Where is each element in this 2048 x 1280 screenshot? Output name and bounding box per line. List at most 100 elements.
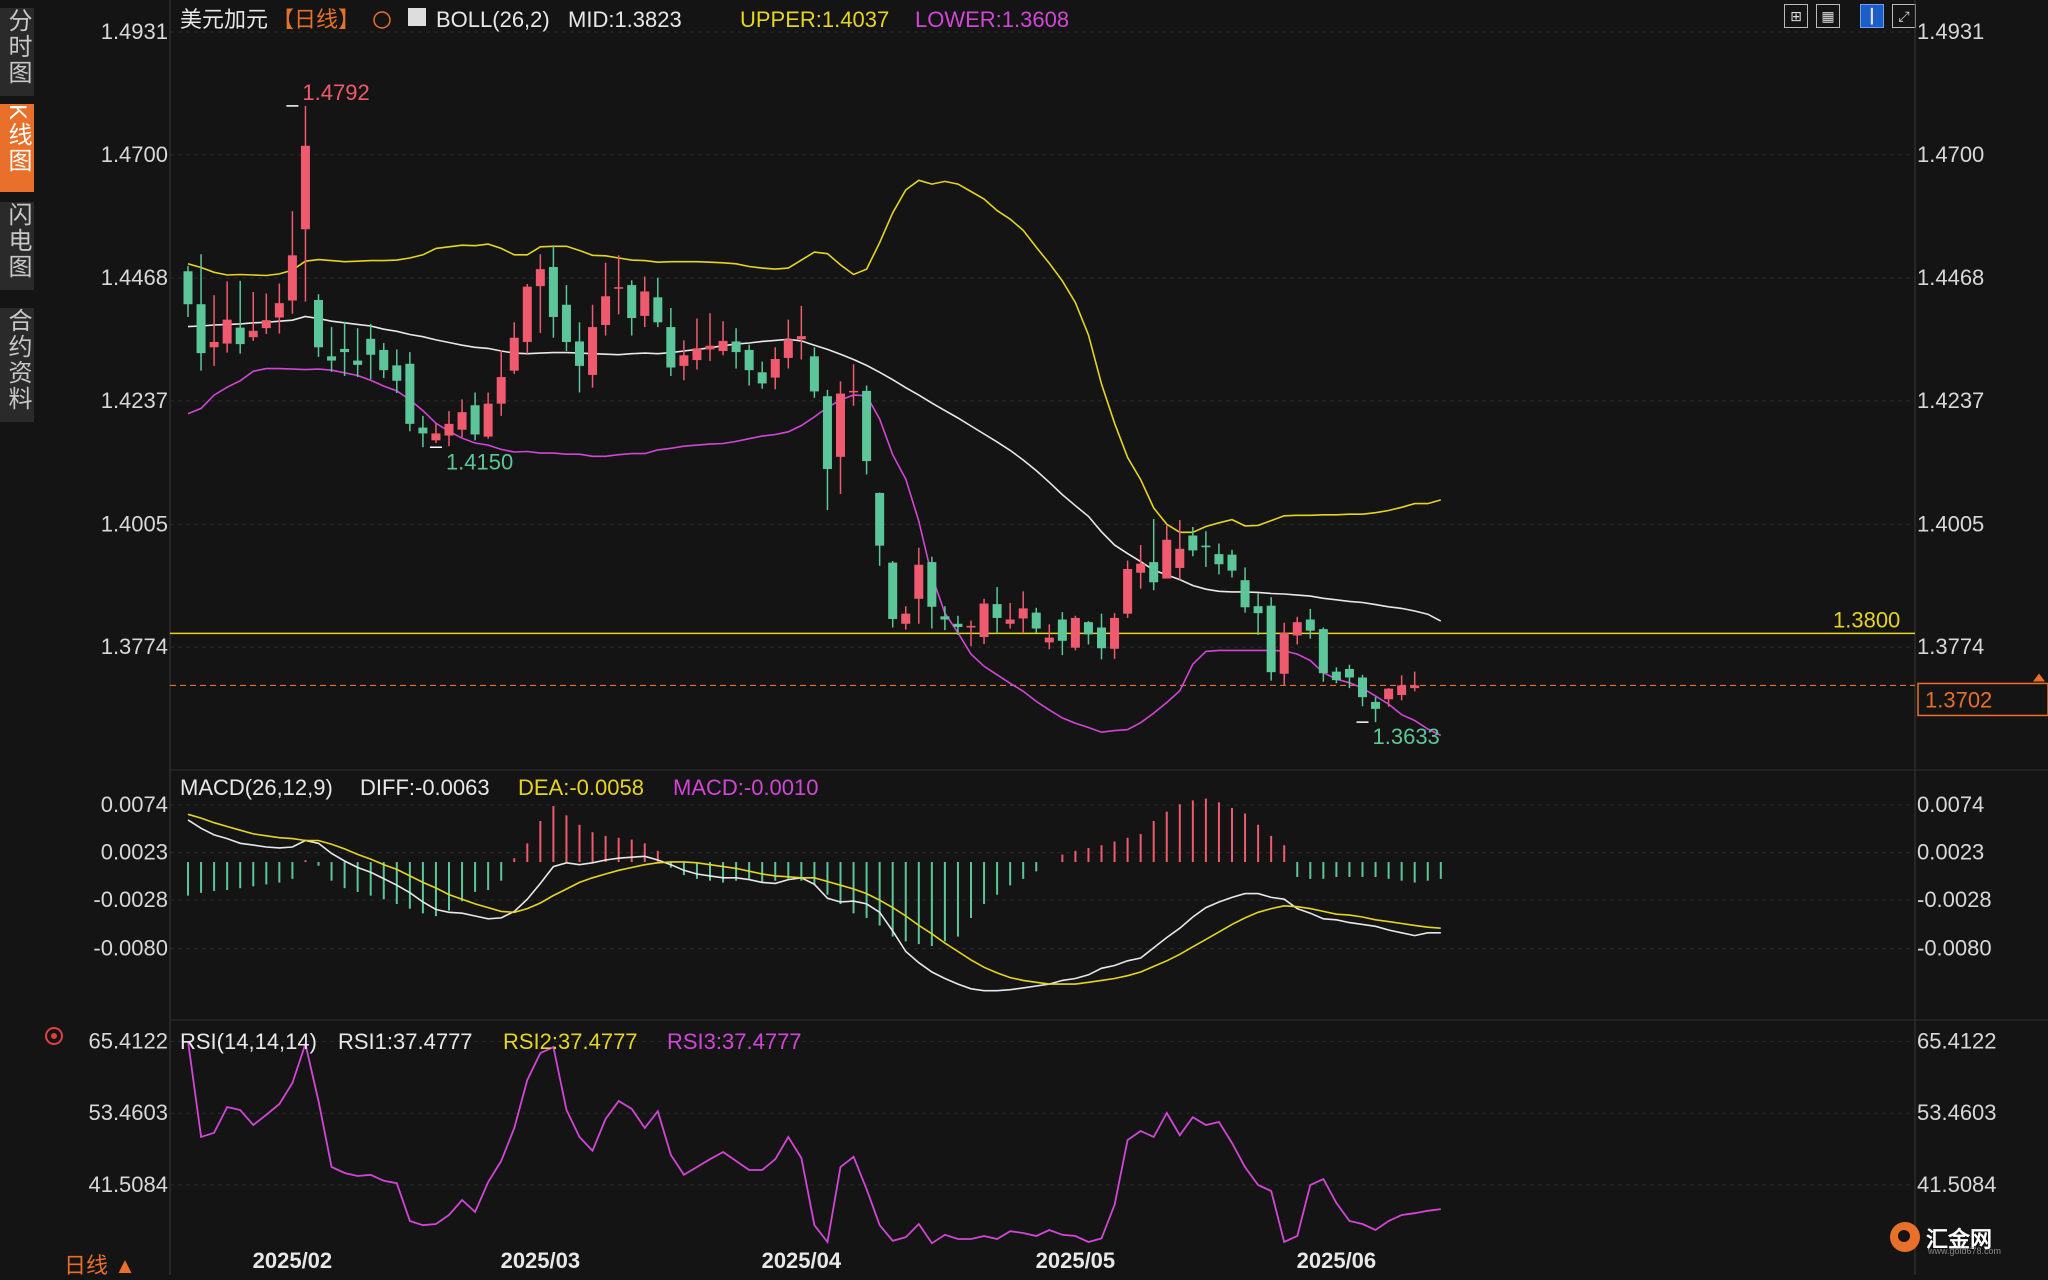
y-tick-left: 53.4603 — [88, 1100, 168, 1125]
candle-body — [535, 269, 545, 287]
candle-body — [822, 396, 832, 470]
candle-body — [444, 423, 454, 436]
macd-dea-line — [187, 813, 1441, 985]
candle-body — [1384, 688, 1394, 700]
candle-body — [627, 285, 637, 319]
price-marker-icon — [2033, 673, 2045, 682]
macd-diff-line — [187, 819, 1441, 992]
candle-body — [1175, 548, 1185, 568]
candle-body — [418, 427, 428, 434]
candle-body — [1031, 612, 1041, 629]
candle-body — [849, 390, 859, 393]
candle-body — [353, 360, 363, 365]
candle-body — [1201, 545, 1211, 548]
candle-body — [392, 365, 402, 381]
logo-icon — [1890, 1222, 1920, 1252]
candle-body — [1358, 677, 1367, 698]
low-annotation: 1.3633 — [1373, 724, 1440, 749]
candle-body — [470, 405, 480, 435]
candle-body — [809, 356, 819, 392]
candle-body — [287, 255, 297, 301]
candle-body — [379, 349, 389, 371]
candle-body — [1070, 617, 1080, 648]
candle-body — [666, 327, 676, 368]
y-tick-right: 1.4005 — [1917, 511, 1984, 536]
candle-body — [300, 145, 310, 230]
candle-body — [327, 356, 337, 361]
x-tick-label: 2025/04 — [762, 1248, 842, 1273]
candle-body — [431, 433, 441, 441]
candle-body — [457, 412, 467, 430]
candle-body — [783, 339, 793, 358]
chart-canvas[interactable]: 1.4931 1.4931 1.4700 1.4700 1.4468 1.4468 1.42… — [0, 0, 2048, 1275]
candle-body — [196, 304, 206, 354]
candle-body — [1240, 580, 1250, 608]
candle-body — [653, 297, 663, 323]
rsi-line — [187, 1040, 1441, 1245]
low-annotation: 1.4150 — [446, 449, 513, 474]
y-tick-right: 41.5084 — [1917, 1172, 1997, 1197]
candle-body — [274, 303, 284, 318]
y-tick-right: 1.4468 — [1917, 265, 1984, 290]
y-tick-right: 0.0074 — [1917, 792, 1984, 817]
candle-body — [561, 304, 571, 342]
y-tick-left: 1.4237 — [101, 388, 168, 413]
candle-body — [796, 336, 806, 340]
y-tick-left: 1.4005 — [101, 511, 168, 536]
y-tick-left: 1.3774 — [101, 634, 168, 659]
y-tick-right: 1.3774 — [1917, 634, 1984, 659]
candle-body — [1149, 562, 1159, 583]
candle-body — [953, 623, 963, 627]
candle-body — [235, 327, 245, 345]
candle-body — [875, 492, 885, 546]
candle-body — [522, 286, 532, 342]
y-tick-left: 1.4468 — [101, 265, 168, 290]
candle-body — [862, 390, 872, 462]
candle-body — [1097, 627, 1106, 649]
candle-body — [1136, 563, 1146, 573]
y-tick-left: 0.0074 — [101, 792, 168, 817]
candle-body — [1110, 617, 1120, 649]
x-tick-label: 2025/03 — [501, 1248, 581, 1273]
candle-body — [314, 299, 323, 348]
x-tick-label: 2025/02 — [253, 1248, 333, 1273]
candle-body — [1018, 608, 1028, 619]
candle-body — [614, 287, 624, 289]
logo: 汇金网 www.gold678.com — [1890, 1220, 2030, 1256]
candle-body — [679, 355, 689, 366]
candle-body — [548, 267, 558, 317]
candle-body — [940, 616, 950, 620]
rsi-value: RSI2:37.4777 — [503, 1029, 638, 1054]
y-tick-left: 1.4931 — [101, 19, 168, 44]
candle-body — [1266, 605, 1276, 673]
candle-body — [1162, 539, 1172, 579]
candle-body — [992, 604, 1002, 618]
logo-url: www.gold678.com — [1928, 1246, 2002, 1256]
y-tick-left: 0.0023 — [101, 840, 168, 865]
indicator-icon — [408, 8, 426, 26]
candle-body — [405, 363, 415, 424]
candle-body — [1305, 619, 1315, 631]
candle-body — [836, 393, 845, 457]
candle-body — [575, 341, 584, 366]
candle-body — [979, 603, 989, 638]
candle-body — [757, 372, 767, 384]
y-tick-right: 65.4122 — [1917, 1029, 1997, 1054]
current-price-label: 1.3702 — [1925, 687, 1992, 712]
candle-body — [1083, 622, 1093, 635]
candle-body — [1005, 619, 1015, 624]
candle-body — [705, 345, 715, 350]
y-tick-left: 41.5084 — [88, 1172, 168, 1197]
y-tick-left: 65.4122 — [88, 1029, 168, 1054]
candle-body — [1344, 668, 1354, 678]
y-tick-right: 0.0023 — [1917, 840, 1984, 865]
candle-body — [718, 340, 728, 352]
rsi-value: RSI3:37.4777 — [667, 1029, 802, 1054]
candle-body — [483, 403, 493, 437]
candle-body — [914, 564, 924, 599]
add-icon — [373, 11, 391, 29]
candle-body — [1371, 701, 1381, 709]
y-tick-right: 1.4700 — [1917, 142, 1984, 167]
period-selector[interactable]: 日线 ▲ — [64, 1248, 136, 1280]
candle-body — [1044, 637, 1054, 643]
